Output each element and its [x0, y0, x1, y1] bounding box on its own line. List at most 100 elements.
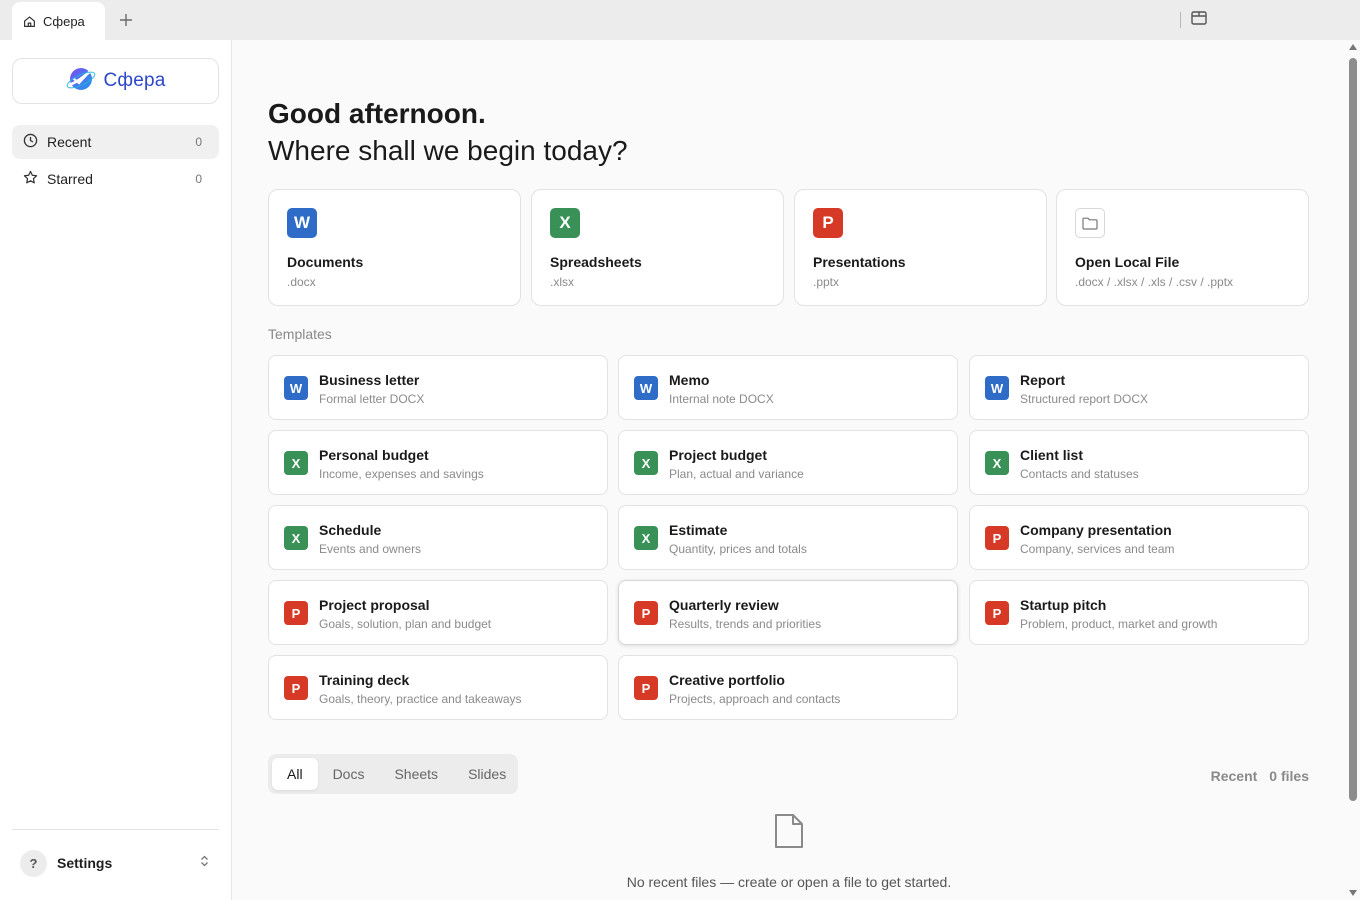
- template-card[interactable]: W Business letter Formal letter DOCX: [268, 355, 608, 420]
- word-icon: W: [287, 208, 317, 238]
- template-title: Training deck: [319, 672, 410, 688]
- card-subtitle: .pptx: [813, 275, 840, 289]
- template-title: Personal budget: [319, 447, 429, 463]
- template-title: Quarterly review: [669, 597, 779, 613]
- greeting-subtitle: Where shall we begin today?: [268, 135, 628, 166]
- sidebar-item-label: Recent: [47, 134, 92, 150]
- settings-label: Settings: [57, 855, 113, 871]
- create-documents-card[interactable]: W Documents .docx: [268, 189, 521, 306]
- template-card[interactable]: X Personal budget Income, expenses and s…: [268, 430, 608, 495]
- template-card[interactable]: X Client list Contacts and statuses: [969, 430, 1309, 495]
- template-card[interactable]: P Creative portfolio Projects, approach …: [618, 655, 958, 720]
- toolbar-divider: [1180, 12, 1181, 28]
- main-content: Good afternoon. Where shall we begin tod…: [232, 40, 1346, 900]
- sidebar-panel-icon[interactable]: [1191, 11, 1209, 29]
- powerpoint-icon: P: [284, 601, 308, 625]
- word-icon: W: [985, 376, 1009, 400]
- star-icon: [23, 170, 38, 188]
- template-subtitle: Results, trends and priorities: [669, 617, 822, 631]
- powerpoint-icon: P: [284, 676, 308, 700]
- settings-button[interactable]: ? Settings: [12, 845, 219, 881]
- template-subtitle: Income, expenses and savings: [319, 467, 484, 481]
- scrollbar-thumb[interactable]: [1349, 58, 1357, 801]
- template-card[interactable]: W Memo Internal note DOCX: [618, 355, 958, 420]
- card-subtitle: .docx: [287, 275, 316, 289]
- recent-count-value: 0 files: [1269, 768, 1309, 784]
- sidebar-item-recent[interactable]: Recent 0: [12, 125, 219, 159]
- folder-icon: [1075, 208, 1105, 238]
- template-subtitle: Structured report DOCX: [1020, 392, 1149, 406]
- tab-home[interactable]: Сфера: [12, 2, 105, 40]
- template-card[interactable]: P Startup pitch Problem, product, market…: [969, 580, 1309, 645]
- template-title: Project proposal: [319, 597, 430, 613]
- template-subtitle: Company, services and team: [1020, 542, 1175, 556]
- template-subtitle: Plan, actual and variance: [669, 467, 804, 481]
- excel-icon: X: [634, 526, 658, 550]
- sidebar: Сфера Recent 0 Starred 0 ? Settings: [0, 40, 232, 900]
- template-card[interactable]: P Company presentation Company, services…: [969, 505, 1309, 570]
- template-title: Memo: [669, 372, 710, 388]
- main-scrollbar[interactable]: [1346, 40, 1360, 900]
- create-presentations-card[interactable]: P Presentations .pptx: [794, 189, 1047, 306]
- template-subtitle: Goals, theory, practice and takeaways: [319, 692, 522, 706]
- powerpoint-icon: P: [634, 601, 658, 625]
- template-subtitle: Contacts and statuses: [1020, 467, 1139, 481]
- app-logo[interactable]: Сфера: [12, 58, 219, 104]
- template-title: Report: [1020, 372, 1066, 388]
- sidebar-item-count: 0: [195, 172, 202, 186]
- scroll-down-arrow-icon[interactable]: [1349, 890, 1357, 896]
- card-title: Open Local File: [1075, 254, 1180, 270]
- powerpoint-icon: P: [985, 526, 1009, 550]
- template-title: Startup pitch: [1020, 597, 1107, 613]
- template-title: Estimate: [669, 522, 728, 538]
- template-subtitle: Formal letter DOCX: [319, 392, 425, 406]
- recent-label: Recent: [1210, 768, 1258, 784]
- sidebar-divider: [12, 829, 219, 830]
- template-card[interactable]: P Project proposal Goals, solution, plan…: [268, 580, 608, 645]
- template-title: Business letter: [319, 372, 420, 388]
- tab-bar: Сфера: [0, 0, 1360, 40]
- sidebar-item-count: 0: [195, 135, 202, 149]
- scroll-up-arrow-icon[interactable]: [1349, 44, 1357, 50]
- powerpoint-icon: P: [634, 676, 658, 700]
- word-icon: W: [284, 376, 308, 400]
- greeting-title: Good afternoon.: [268, 98, 486, 129]
- template-subtitle: Problem, product, market and growth: [1020, 617, 1218, 631]
- word-icon: W: [634, 376, 658, 400]
- open-local-file-card[interactable]: Open Local File .docx / .xlsx / .xls / .…: [1056, 189, 1309, 306]
- sidebar-item-starred[interactable]: Starred 0: [12, 162, 219, 196]
- plus-icon[interactable]: [116, 10, 136, 30]
- card-title: Spreadsheets: [550, 254, 642, 270]
- card-subtitle: .xlsx: [550, 275, 574, 289]
- template-card[interactable]: P Quarterly review Results, trends and p…: [618, 580, 958, 645]
- file-icon: [773, 812, 805, 850]
- filter-tab-all[interactable]: All: [272, 758, 318, 790]
- powerpoint-icon: P: [985, 601, 1009, 625]
- card-title: Documents: [287, 254, 364, 270]
- template-card[interactable]: X Estimate Quantity, prices and totals: [618, 505, 958, 570]
- template-card[interactable]: X Schedule Events and owners: [268, 505, 608, 570]
- template-subtitle: Internal note DOCX: [669, 392, 774, 406]
- template-card[interactable]: P Training deck Goals, theory, practice …: [268, 655, 608, 720]
- excel-icon: X: [634, 451, 658, 475]
- sphere-logo-icon: [65, 64, 97, 99]
- excel-icon: X: [284, 451, 308, 475]
- filter-tab-slides[interactable]: Slides: [453, 758, 521, 790]
- template-title: Company presentation: [1020, 522, 1172, 538]
- template-card[interactable]: X Project budget Plan, actual and varian…: [618, 430, 958, 495]
- template-title: Creative portfolio: [669, 672, 785, 688]
- help-avatar: ?: [20, 849, 47, 877]
- filter-tab-docs[interactable]: Docs: [318, 758, 380, 790]
- card-subtitle: .docx / .xlsx / .xls / .csv / .pptx: [1075, 275, 1234, 289]
- filter-tab-sheets[interactable]: Sheets: [379, 758, 453, 790]
- template-card[interactable]: W Report Structured report DOCX: [969, 355, 1309, 420]
- home-icon: [23, 15, 36, 28]
- template-subtitle: Goals, solution, plan and budget: [319, 617, 492, 631]
- tab-title: Сфера: [43, 13, 85, 29]
- template-title: Project budget: [669, 447, 768, 463]
- template-subtitle: Events and owners: [319, 542, 422, 556]
- create-spreadsheets-card[interactable]: X Spreadsheets .xlsx: [531, 189, 784, 306]
- template-subtitle: Projects, approach and contacts: [669, 692, 841, 706]
- excel-icon: X: [550, 208, 580, 238]
- empty-state-text: No recent files — create or open a file …: [626, 874, 952, 890]
